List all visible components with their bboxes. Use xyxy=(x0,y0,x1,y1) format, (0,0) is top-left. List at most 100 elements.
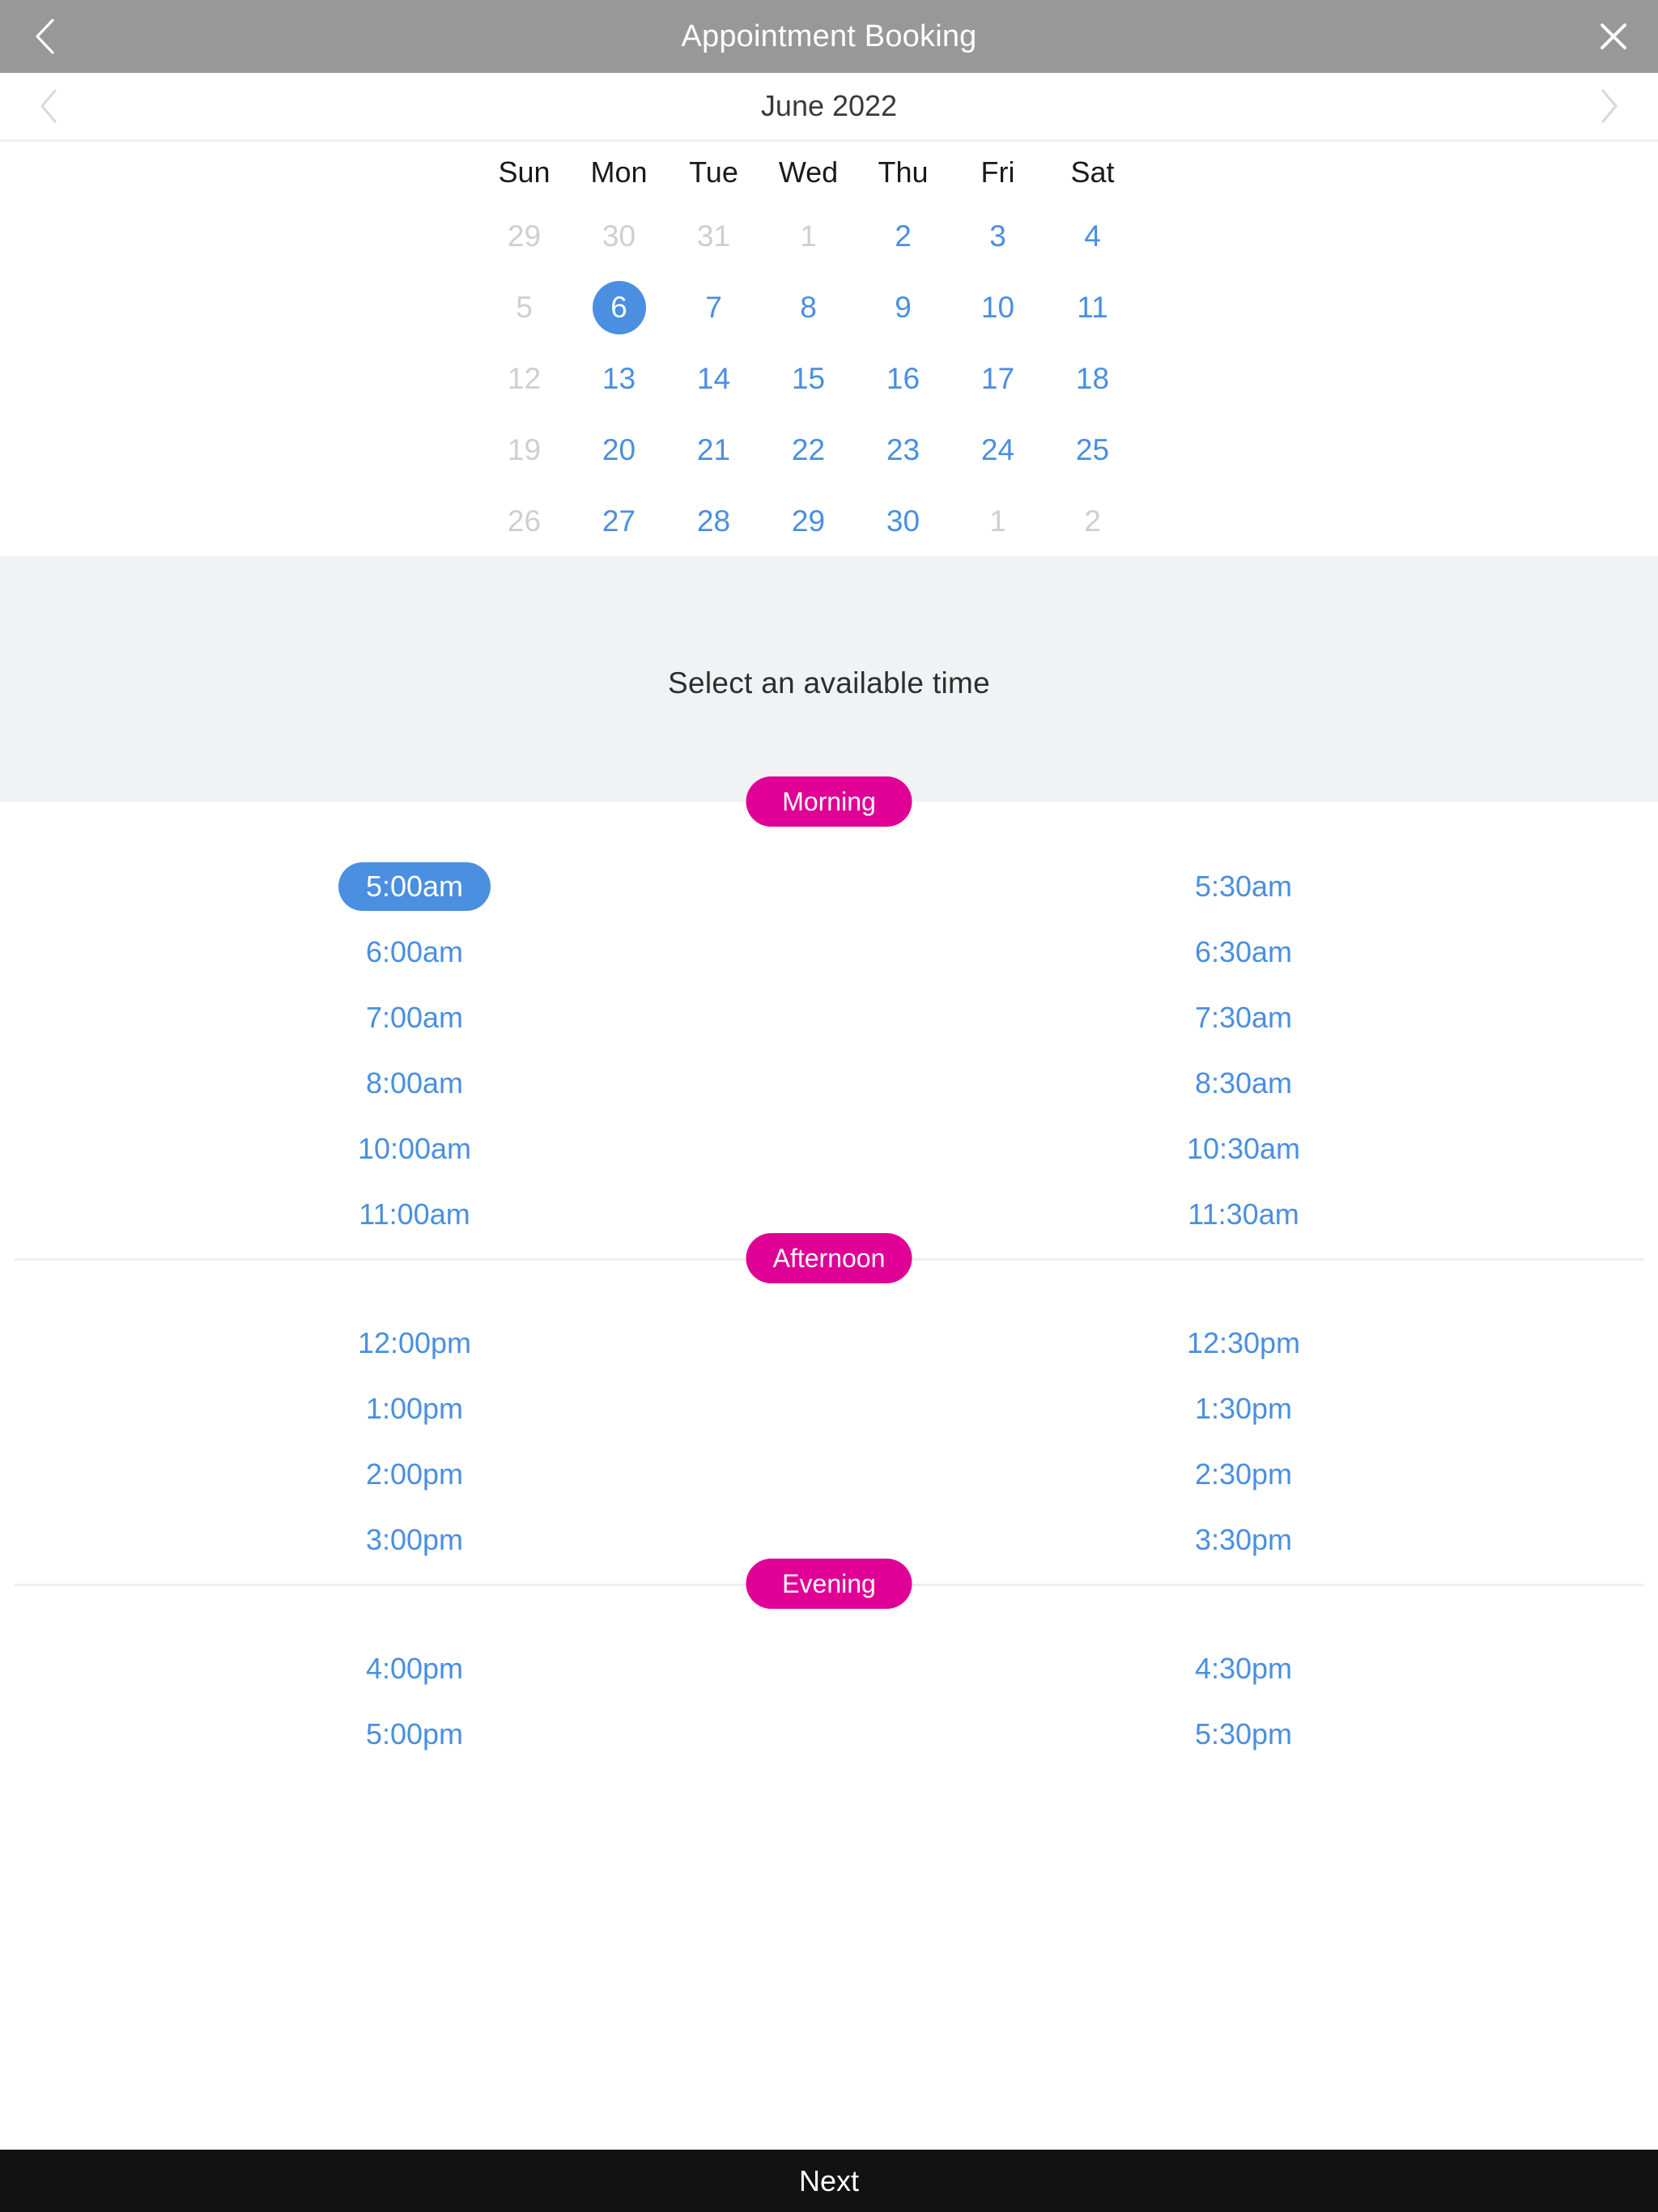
calendar-day: 2 xyxy=(1045,486,1140,557)
calendar-day-selected[interactable]: 6 xyxy=(572,272,666,343)
calendar-day[interactable]: 9 xyxy=(856,272,950,343)
calendar-day[interactable]: 28 xyxy=(666,486,761,557)
weekday-label: Thu xyxy=(878,155,929,189)
time-slot[interactable]: 7:00am xyxy=(0,993,829,1042)
calendar-day-number: 3 xyxy=(989,219,1006,253)
page-title: Appointment Booking xyxy=(681,19,977,53)
calendar-day[interactable]: 17 xyxy=(950,343,1045,415)
time-slot[interactable]: 6:00am xyxy=(0,928,829,976)
time-slot-label: 2:00pm xyxy=(365,1457,464,1491)
calendar-day-number: 8 xyxy=(800,291,817,324)
calendar-day: 1 xyxy=(950,486,1045,557)
time-slot[interactable]: 10:30am xyxy=(829,1125,1658,1173)
time-slot[interactable]: 4:00pm xyxy=(0,1644,829,1693)
calendar-day[interactable]: 8 xyxy=(761,272,856,343)
calendar: Sun Mon Tue Wed Thu Fri Sat 29 30 31 1 2 3 4 5 6 7 8 9 10 11… xyxy=(0,144,1658,556)
next-button[interactable]: Next xyxy=(0,2150,1658,2212)
calendar-day-number: 28 xyxy=(696,504,731,538)
calendar-day[interactable]: 13 xyxy=(572,343,666,415)
calendar-day[interactable]: 20 xyxy=(572,415,666,486)
calendar-day-number: 11 xyxy=(1077,291,1108,324)
calendar-day[interactable]: 2 xyxy=(856,201,950,272)
calendar-day[interactable]: 15 xyxy=(761,343,856,415)
time-slot[interactable]: 5:30am xyxy=(829,862,1658,911)
time-slot[interactable]: 6:30am xyxy=(829,928,1658,976)
calendar-day-number: 31 xyxy=(696,219,731,253)
time-slot[interactable]: 5:00pm xyxy=(0,1710,829,1759)
previous-month-button[interactable] xyxy=(0,73,97,139)
calendar-day[interactable]: 11 xyxy=(1045,272,1140,343)
calendar-day: 12 xyxy=(477,343,572,415)
back-button[interactable] xyxy=(0,0,89,73)
calendar-day-number: 5 xyxy=(516,291,533,324)
time-slot[interactable]: 3:30pm xyxy=(829,1516,1658,1564)
time-slot-label: 10:30am xyxy=(1186,1132,1301,1165)
select-time-prompt: Select an available time xyxy=(668,666,990,700)
time-slot-label: 11:30am xyxy=(1188,1197,1299,1231)
time-slot[interactable]: 2:30pm xyxy=(829,1450,1658,1499)
calendar-day-number: 20 xyxy=(602,433,636,466)
weekday-label: Fri xyxy=(980,155,1015,189)
calendar-day-number: 30 xyxy=(602,219,636,253)
time-slot-label: 3:00pm xyxy=(365,1523,464,1556)
time-slot[interactable]: 1:30pm xyxy=(829,1385,1658,1433)
time-slot-list: Morning 5:00am 5:30am 6:00am 6:30am 7:00am 7:3… xyxy=(0,776,1658,2178)
calendar-day[interactable]: 21 xyxy=(666,415,761,486)
weekday-label: Wed xyxy=(778,155,839,189)
time-slot[interactable]: 8:30am xyxy=(829,1059,1658,1108)
calendar-day[interactable]: 23 xyxy=(856,415,950,486)
time-slot-label: 5:00am xyxy=(338,862,491,911)
calendar-day[interactable]: 24 xyxy=(950,415,1045,486)
calendar-day-number: 6 xyxy=(610,291,627,324)
time-slot[interactable]: 3:00pm xyxy=(0,1516,829,1564)
time-section-label: Morning xyxy=(746,776,912,827)
calendar-day[interactable]: 18 xyxy=(1045,343,1140,415)
time-slot[interactable]: 11:00am xyxy=(0,1190,829,1239)
chevron-left-icon xyxy=(36,19,54,54)
time-slot-label: 8:00am xyxy=(365,1066,464,1100)
weekday-label: Tue xyxy=(689,155,738,189)
calendar-day[interactable]: 22 xyxy=(761,415,856,486)
calendar-day-number: 17 xyxy=(980,362,1015,395)
calendar-day-number: 2 xyxy=(895,219,912,253)
calendar-week-row: 29 30 31 1 2 3 4 xyxy=(477,201,1180,272)
calendar-week-row: 19 20 21 22 23 24 25 xyxy=(477,415,1180,486)
time-slot[interactable]: 7:30am xyxy=(829,993,1658,1042)
time-slot[interactable]: 11:30am xyxy=(829,1190,1658,1239)
time-slot[interactable]: 1:00pm xyxy=(0,1385,829,1433)
calendar-day[interactable]: 30 xyxy=(856,486,950,557)
calendar-day-number: 22 xyxy=(791,433,826,466)
time-slot-selected[interactable]: 5:00am xyxy=(0,862,829,911)
calendar-day-number: 2 xyxy=(1084,504,1101,538)
time-slot[interactable]: 8:00am xyxy=(0,1059,829,1108)
chevron-left-icon xyxy=(40,89,57,123)
time-slot[interactable]: 10:00am xyxy=(0,1125,829,1173)
calendar-day[interactable]: 14 xyxy=(666,343,761,415)
calendar-day[interactable]: 4 xyxy=(1045,201,1140,272)
time-slot-label: 10:00am xyxy=(357,1132,472,1165)
calendar-day[interactable]: 7 xyxy=(666,272,761,343)
time-slot[interactable]: 4:30pm xyxy=(829,1644,1658,1693)
time-slot[interactable]: 2:00pm xyxy=(0,1450,829,1499)
calendar-day[interactable]: 3 xyxy=(950,201,1045,272)
calendar-day-number: 1 xyxy=(989,504,1006,538)
calendar-day[interactable]: 16 xyxy=(856,343,950,415)
calendar-day-number: 25 xyxy=(1075,433,1110,466)
time-slot[interactable]: 12:00pm xyxy=(0,1319,829,1368)
calendar-day[interactable]: 29 xyxy=(761,486,856,557)
calendar-day[interactable]: 25 xyxy=(1045,415,1140,486)
month-navigation: June 2022 xyxy=(0,73,1658,142)
next-month-button[interactable] xyxy=(1561,73,1658,139)
time-slot[interactable]: 5:30pm xyxy=(829,1710,1658,1759)
time-slot-label: 6:30am xyxy=(1194,935,1293,968)
close-button[interactable] xyxy=(1569,0,1658,73)
month-label: June 2022 xyxy=(760,89,898,122)
time-section-label: Evening xyxy=(746,1559,912,1609)
calendar-week-row: 12 13 14 15 16 17 18 xyxy=(477,343,1180,415)
calendar-day[interactable]: 27 xyxy=(572,486,666,557)
time-slot[interactable]: 12:30pm xyxy=(829,1319,1658,1368)
calendar-day-number: 19 xyxy=(507,433,542,466)
calendar-day[interactable]: 10 xyxy=(950,272,1045,343)
next-button-label: Next xyxy=(798,2163,860,2197)
calendar-week-row: 26 27 28 29 30 1 2 xyxy=(477,486,1180,557)
